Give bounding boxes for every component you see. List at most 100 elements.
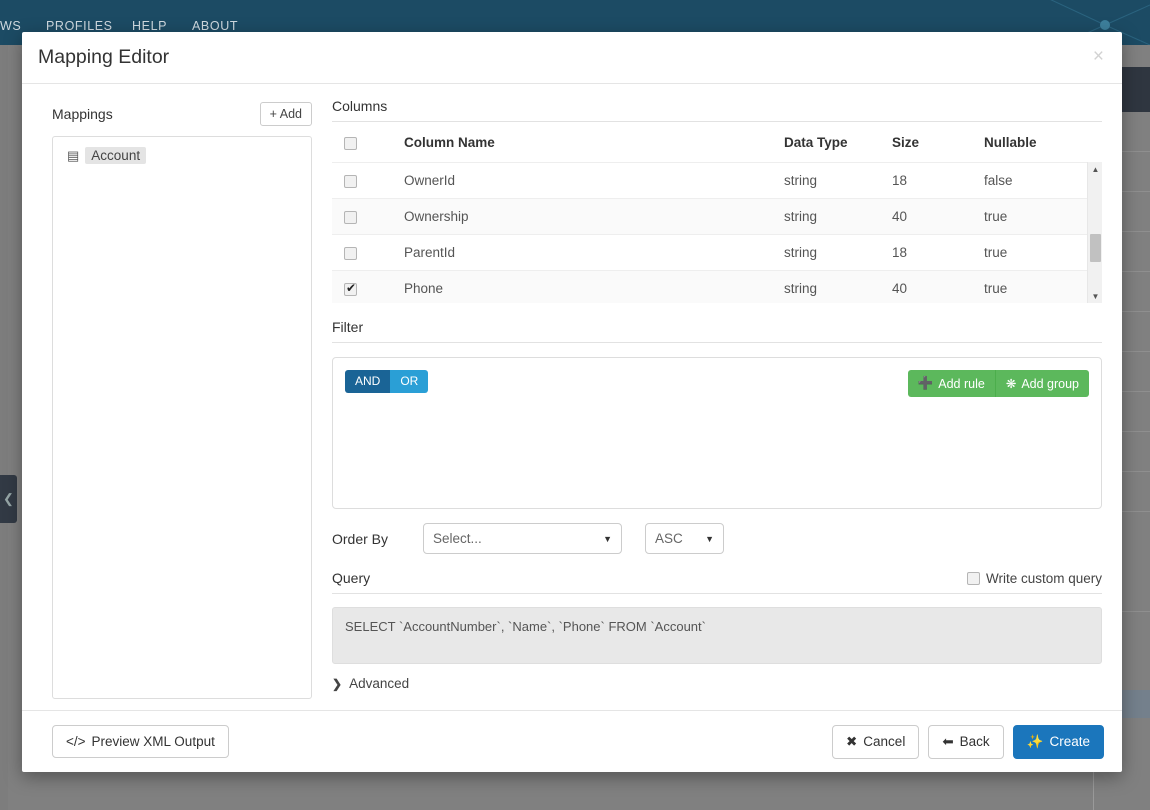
close-icon[interactable]: × — [1093, 47, 1104, 66]
row-checkbox[interactable] — [344, 210, 357, 224]
header-data-type: Data Type — [784, 135, 848, 150]
magic-wand-icon: ✨ — [1026, 733, 1044, 749]
mapping-tree-item-account[interactable]: ▤ Account — [59, 145, 150, 166]
table-row[interactable]: OwnerId string 18 false — [332, 162, 1102, 199]
columns-header-row: Column Name Data Type Size Nullable — [332, 122, 1102, 162]
order-by-field-select[interactable]: Select... ▼ — [423, 523, 622, 554]
mappings-panel: Mappings + Add ▤ Account — [34, 98, 322, 710]
mapping-tree-item-label: Account — [85, 147, 147, 164]
order-by-field-value: Select... — [433, 531, 482, 546]
arrow-left-icon: ⬅ — [942, 733, 954, 749]
row-checkbox-cell — [332, 271, 404, 304]
caret-down-icon: ▼ — [705, 533, 714, 544]
back-button[interactable]: ⬅ Back — [928, 724, 1004, 759]
add-rule-label: Add rule — [938, 376, 985, 391]
preview-xml-output-button[interactable]: </> Preview XML Output — [52, 725, 229, 758]
order-by-direction-select[interactable]: ASC ▼ — [645, 523, 724, 554]
cell-data-type: string — [784, 173, 818, 188]
dialog-header: Mapping Editor × — [22, 32, 1122, 84]
navbar-node-dot — [1100, 20, 1110, 30]
and-toggle-button[interactable]: AND — [345, 370, 391, 394]
header-column-name: Column Name — [404, 135, 495, 150]
nav-item-ws[interactable]: WS — [0, 19, 21, 33]
advanced-label: Advanced — [349, 676, 410, 691]
nav-item-help[interactable]: HELP — [132, 19, 167, 33]
mappings-tree[interactable]: ▤ Account — [52, 136, 312, 699]
query-section: Query Write custom query SELECT `Account… — [332, 570, 1102, 664]
code-icon: </> — [66, 734, 86, 749]
mapping-editor-dialog: Mapping Editor × Mappings + Add ▤ Accoun… — [22, 32, 1122, 772]
times-icon: ✖ — [845, 733, 858, 749]
cancel-label: Cancel — [863, 734, 906, 749]
back-label: Back — [959, 734, 990, 749]
mappings-label: Mappings — [52, 106, 113, 122]
filter-builder: AND OR ➕ Add rule ❋ Add group — [332, 357, 1102, 509]
chevron-right-icon: ❯ — [332, 676, 343, 691]
mappings-header: Mappings + Add — [52, 98, 312, 130]
cell-column-name: Phone — [404, 281, 444, 296]
header-nullable: Nullable — [984, 135, 1037, 150]
nav-item-profiles[interactable]: PROFILES — [46, 19, 113, 33]
cell-data-type: string — [784, 245, 818, 260]
write-custom-query-toggle[interactable]: Write custom query — [966, 571, 1102, 586]
cell-data-type: string — [784, 209, 818, 224]
or-toggle-button[interactable]: OR — [390, 370, 429, 394]
nav-item-about[interactable]: ABOUT — [192, 19, 238, 33]
write-custom-query-checkbox[interactable] — [966, 571, 980, 585]
header-size: Size — [892, 135, 920, 150]
table-row[interactable]: Ownership string 40 true — [332, 198, 1102, 235]
add-group-button[interactable]: ❋ Add group — [994, 370, 1089, 397]
add-mapping-button[interactable]: + Add — [259, 102, 312, 126]
columns-section: Columns Column Name Data Type Size Nulla… — [332, 98, 1102, 303]
scroll-down-arrow-icon[interactable]: ▼ — [1088, 289, 1102, 303]
filter-label: Filter — [332, 319, 1102, 343]
cell-nullable: false — [984, 173, 1013, 188]
row-checkbox-cell — [332, 199, 404, 235]
row-checkbox[interactable] — [344, 246, 357, 260]
filter-action-buttons: ➕ Add rule ❋ Add group — [907, 370, 1089, 397]
query-header: Query Write custom query — [332, 570, 1102, 594]
footer-actions: ✖ Cancel ⬅ Back ✨ Create — [831, 724, 1104, 759]
cell-size: 40 — [892, 209, 908, 224]
cell-size: 18 — [892, 173, 908, 188]
caret-down-icon: ▼ — [603, 533, 612, 544]
order-by-direction-value: ASC — [655, 531, 683, 546]
cell-column-name: ParentId — [404, 245, 456, 260]
query-textarea[interactable]: SELECT `AccountNumber`, `Name`, `Phone` … — [332, 607, 1102, 664]
filter-section: Filter AND OR ➕ Add rule ❋ Add group — [332, 319, 1102, 509]
sidebar-collapse-toggle[interactable]: ❮ — [0, 475, 17, 523]
table-row[interactable]: ParentId string 18 true — [332, 234, 1102, 271]
circle-plus-icon: ❋ — [1005, 377, 1017, 391]
scroll-up-arrow-icon[interactable]: ▲ — [1088, 162, 1102, 176]
order-by-label: Order By — [332, 530, 389, 547]
create-button[interactable]: ✨ Create — [1012, 724, 1104, 759]
table-row[interactable]: Phone string 40 true — [332, 270, 1102, 304]
dialog-footer: </> Preview XML Output ✖ Cancel ⬅ Back ✨… — [22, 710, 1122, 772]
add-rule-button[interactable]: ➕ Add rule — [907, 370, 995, 397]
columns-scrollbar[interactable]: ▲ ▼ — [1087, 162, 1102, 303]
columns-table: OwnerId string 18 false Ownership string… — [332, 162, 1102, 303]
cell-data-type: string — [784, 281, 818, 296]
mapping-details-panel: Columns Column Name Data Type Size Nulla… — [322, 98, 1112, 710]
row-checkbox-cell — [332, 163, 404, 199]
scrollbar-thumb[interactable] — [1090, 234, 1101, 262]
create-label: Create — [1049, 734, 1090, 749]
row-checkbox[interactable] — [344, 174, 357, 188]
advanced-toggle[interactable]: ❯ Advanced — [332, 676, 1102, 691]
and-or-toggle[interactable]: AND OR — [345, 370, 429, 394]
row-checkbox[interactable] — [344, 281, 357, 296]
add-group-label: Add group — [1021, 376, 1079, 391]
query-label: Query — [332, 570, 371, 586]
chevron-left-icon: ❮ — [3, 491, 14, 506]
order-by-section: Order By Select... ▼ ASC ▼ — [332, 523, 1102, 554]
select-all-checkbox[interactable] — [344, 136, 357, 150]
cancel-button[interactable]: ✖ Cancel — [831, 724, 920, 759]
dialog-title: Mapping Editor — [38, 46, 170, 68]
row-checkbox-cell — [332, 235, 404, 271]
columns-scroll-area[interactable]: OwnerId string 18 false Ownership string… — [332, 162, 1102, 303]
cell-column-name: Ownership — [404, 209, 469, 224]
plus-icon: ➕ — [917, 376, 934, 390]
table-grid-icon: ▤ — [67, 148, 80, 163]
cell-size: 40 — [892, 281, 908, 296]
background-left-rail — [0, 45, 8, 810]
